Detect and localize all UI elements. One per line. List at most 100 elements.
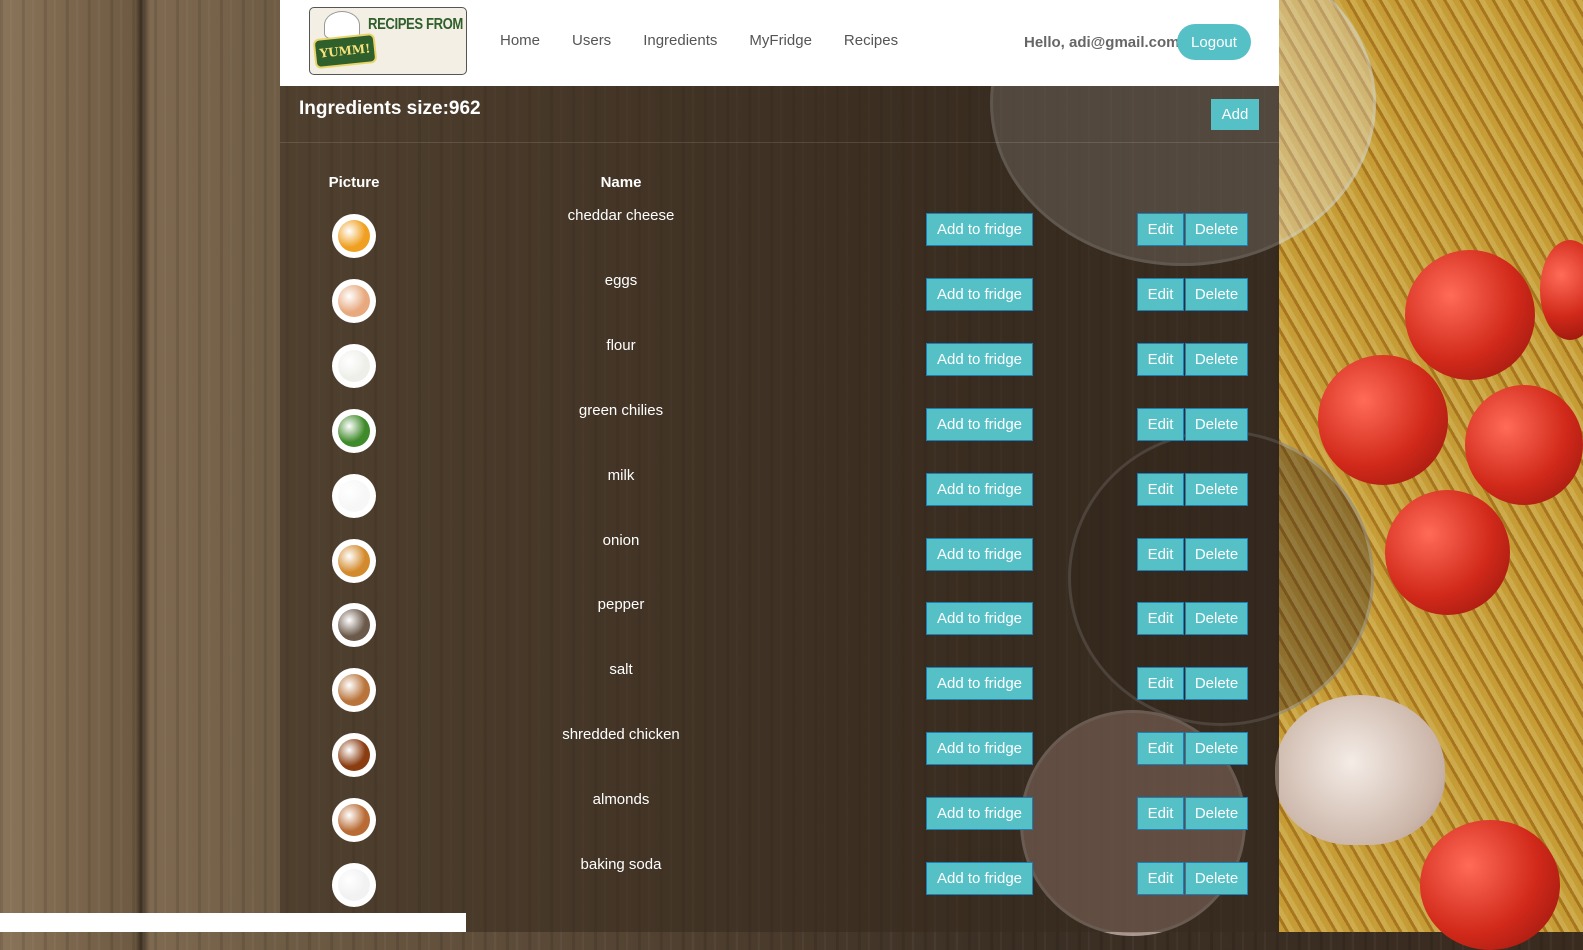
add-to-fridge-button[interactable]: Add to fridge [926, 537, 1033, 571]
add-to-fridge-button[interactable]: Add to fridge [926, 732, 1033, 766]
nav-recipes[interactable]: Recipes [844, 32, 898, 49]
delete-button[interactable]: Delete [1185, 342, 1248, 376]
nav-myfridge[interactable]: MyFridge [749, 32, 812, 49]
column-header-name: Name [600, 174, 642, 191]
add-to-fridge-button[interactable]: Add to fridge [926, 213, 1033, 246]
table-row: onion Add to fridge Edit Delete [280, 532, 1279, 604]
edit-button[interactable]: Edit [1137, 732, 1184, 766]
delete-button[interactable]: Delete [1185, 862, 1248, 895]
user-greeting: Hello, adi@gmail.com! [1024, 34, 1185, 51]
ingredient-name: cheddar cheese [567, 207, 675, 224]
tomato-decor [1318, 355, 1448, 485]
tomato-decor [1420, 820, 1560, 950]
table-row: salt Add to fridge Edit Delete [280, 661, 1279, 733]
edit-button[interactable]: Edit [1137, 277, 1184, 311]
column-header-picture: Picture [328, 174, 380, 191]
edit-button[interactable]: Edit [1137, 407, 1184, 441]
edit-button[interactable]: Edit [1137, 862, 1184, 895]
onion-icon [332, 538, 376, 583]
ingredients-size-title: Ingredients size:962 [299, 98, 481, 119]
table-row: cheddar cheese Add to fridge Edit Delete [280, 207, 1279, 279]
add-to-fridge-button[interactable]: Add to fridge [926, 277, 1033, 311]
chili-icon [332, 408, 376, 453]
salt-shaker-icon [332, 668, 376, 713]
logo-badge: YUMM! [312, 32, 378, 70]
ingredient-image [338, 284, 370, 317]
ingredients-panel: Ingredients size:962 Add Picture Name ch… [280, 86, 1279, 932]
ingredient-image [338, 544, 370, 577]
edit-button[interactable]: Edit [1137, 213, 1184, 246]
ingredient-image [338, 674, 370, 707]
edit-button[interactable]: Edit [1137, 472, 1184, 506]
ingredient-image [338, 869, 370, 901]
delete-button[interactable]: Delete [1185, 213, 1248, 246]
almond-icon [332, 798, 376, 843]
table-row: flour Add to fridge Edit Delete [280, 337, 1279, 409]
add-ingredient-button[interactable]: Add [1211, 99, 1259, 130]
ingredient-name: green chilies [578, 401, 664, 419]
add-to-fridge-button[interactable]: Add to fridge [926, 602, 1033, 636]
add-to-fridge-button[interactable]: Add to fridge [926, 472, 1033, 506]
table-row: shredded chicken Add to fridge Edit Delete [280, 726, 1279, 798]
nav-home[interactable]: Home [500, 32, 540, 49]
delete-button[interactable]: Delete [1185, 277, 1248, 311]
table-row: milk Add to fridge Edit Delete [280, 467, 1279, 539]
tomato-decor [1385, 490, 1510, 615]
edit-button[interactable]: Edit [1137, 797, 1184, 831]
pepper-grinder-icon [332, 603, 376, 648]
table-row: green chilies Add to fridge Edit Delete [280, 402, 1279, 474]
logo-brand-text: RECIPES FROM YOUR FRIDGE [368, 16, 466, 33]
panel-header: Ingredients size:962 Add [280, 86, 1279, 143]
nav-users[interactable]: Users [572, 32, 611, 49]
edit-button[interactable]: Edit [1137, 667, 1184, 701]
table-row: almonds Add to fridge Edit Delete [280, 791, 1279, 863]
delete-button[interactable]: Delete [1185, 602, 1248, 636]
ingredient-name: onion [602, 531, 640, 549]
delete-button[interactable]: Delete [1185, 797, 1248, 831]
ingredient-image [338, 349, 370, 382]
table-row: pepper Add to fridge Edit Delete [280, 596, 1279, 668]
ingredient-image [338, 479, 370, 512]
tomato-decor [1465, 385, 1583, 505]
bottom-white-strip [0, 913, 466, 932]
ingredient-name: almonds [592, 791, 650, 809]
ingredient-name: flour [606, 336, 636, 354]
top-navbar: YUMM! RECIPES FROM YOUR FRIDGE Home User… [280, 0, 1279, 86]
delete-button[interactable]: Delete [1185, 537, 1248, 571]
ingredient-image [338, 220, 370, 252]
delete-button[interactable]: Delete [1185, 732, 1248, 766]
edit-button[interactable]: Edit [1137, 602, 1184, 636]
add-to-fridge-button[interactable]: Add to fridge [926, 667, 1033, 701]
delete-button[interactable]: Delete [1185, 407, 1248, 441]
flour-icon [332, 343, 376, 388]
ingredient-name: salt [609, 661, 633, 679]
delete-button[interactable]: Delete [1185, 472, 1248, 506]
add-to-fridge-button[interactable]: Add to fridge [926, 407, 1033, 441]
logout-button[interactable]: Logout [1177, 24, 1251, 60]
ingredient-image [338, 804, 370, 837]
pasta-background [1279, 0, 1583, 932]
nav-ingredients[interactable]: Ingredients [643, 32, 717, 49]
garlic-decor [1275, 695, 1445, 845]
edit-button[interactable]: Edit [1137, 537, 1184, 571]
add-to-fridge-button[interactable]: Add to fridge [926, 862, 1033, 895]
app-container: YUMM! RECIPES FROM YOUR FRIDGE Home User… [280, 0, 1279, 932]
ingredient-name: eggs [604, 271, 638, 289]
add-to-fridge-button[interactable]: Add to fridge [926, 797, 1033, 831]
tomato-decor [1540, 240, 1583, 340]
add-to-fridge-button[interactable]: Add to fridge [926, 342, 1033, 376]
baking-soda-icon [332, 863, 376, 907]
ingredient-image [338, 609, 370, 642]
cheese-icon [332, 214, 376, 258]
ingredient-image [338, 414, 370, 447]
egg-icon [332, 278, 376, 323]
ingredient-name: pepper [597, 596, 645, 614]
chicken-icon [332, 733, 376, 778]
main-nav: Home Users Ingredients MyFridge Recipes [500, 32, 930, 49]
edit-button[interactable]: Edit [1137, 342, 1184, 376]
ingredient-image [338, 739, 370, 772]
site-logo[interactable]: YUMM! RECIPES FROM YOUR FRIDGE [309, 7, 467, 75]
delete-button[interactable]: Delete [1185, 667, 1248, 701]
milk-icon [332, 473, 376, 518]
tomato-decor [1405, 250, 1535, 380]
